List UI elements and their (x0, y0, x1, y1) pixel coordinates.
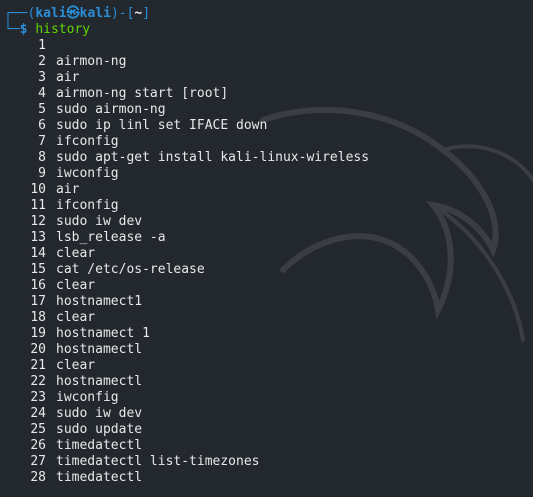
history-command: clear (56, 278, 96, 293)
history-command: hostnamectl (56, 342, 143, 357)
history-command: iwconfig (56, 390, 119, 405)
history-number: 16 (30, 278, 46, 293)
history-list: 1 2 airmon-ng 3 air 4 airmon-ng start [root] 5 s… (4, 38, 529, 486)
history-command: sudo update (56, 422, 143, 437)
history-entry: 4 airmon-ng start [root] (4, 86, 529, 102)
history-entry: 2 airmon-ng (4, 54, 529, 70)
history-command: iwconfig (56, 166, 119, 181)
history-command: timedatectl (56, 470, 143, 485)
history-number: 22 (30, 374, 46, 389)
prompt-user-host: kali㉿kali (35, 6, 111, 21)
history-number: 8 (38, 150, 46, 165)
history-number: 20 (30, 342, 46, 357)
history-number: 10 (30, 182, 46, 197)
history-entry: 19 hostnamect 1 (4, 326, 529, 342)
terminal-window[interactable]: ┌──(kali㉿kali)-[~] └─$ history 1 2 airmon-… (0, 0, 533, 497)
history-number: 26 (30, 438, 46, 453)
history-number: 12 (30, 214, 46, 229)
history-entry: 15 cat /etc/os-release (4, 262, 529, 278)
history-number: 19 (30, 326, 46, 341)
history-entry: 24 sudo iw dev (4, 406, 529, 422)
history-number: 11 (30, 198, 46, 213)
history-entry: 10 air (4, 182, 529, 198)
history-entry: 14 clear (4, 246, 529, 262)
history-command: lsb_release -a (56, 230, 166, 245)
history-command: sudo iw dev (56, 214, 143, 229)
history-number: 5 (38, 102, 46, 117)
entered-command: history (35, 22, 91, 37)
history-number: 4 (38, 86, 46, 101)
history-command: hostnamect 1 (56, 326, 150, 341)
history-entry: 27 timedatectl list-timezones (4, 454, 529, 470)
history-entry: 11 ifconfig (4, 198, 529, 214)
history-command: air (56, 182, 80, 197)
history-command: ifconfig (56, 134, 119, 149)
history-command: sudo ip linl set IFACE down (56, 118, 268, 133)
history-number: 9 (38, 166, 46, 181)
prompt-separator: )-[ (110, 6, 135, 21)
history-number: 23 (30, 390, 46, 405)
history-entry: 8 sudo apt-get install kali-linux-wireles… (4, 150, 529, 166)
history-number: 7 (38, 134, 46, 149)
history-command: sudo iw dev (56, 406, 143, 421)
prompt-line-top: ┌──(kali㉿kali)-[~] (4, 6, 529, 22)
history-number: 28 (30, 470, 46, 485)
history-number: 15 (30, 262, 46, 277)
history-number: 27 (30, 454, 46, 469)
history-entry: 26 timedatectl (4, 438, 529, 454)
history-number: 17 (30, 294, 46, 309)
history-command: clear (56, 246, 96, 261)
history-entry: 7 ifconfig (4, 134, 529, 150)
history-command: hostnamect1 (56, 294, 143, 309)
history-entry: 17 hostnamect1 (4, 294, 529, 310)
history-entry: 20 hostnamectl (4, 342, 529, 358)
history-entry: 18 clear (4, 310, 529, 326)
history-command: sudo airmon-ng (56, 102, 166, 117)
history-entry: 13 lsb_release -a (4, 230, 529, 246)
history-command: clear (56, 358, 96, 373)
prompt-corner-bottom: └─ (4, 22, 20, 37)
terminal-output: ┌──(kali㉿kali)-[~] └─$ history 1 2 airmon-… (4, 6, 529, 486)
history-command: cat /etc/os-release (56, 262, 205, 277)
history-command: timedatectl (56, 438, 143, 453)
history-number: 13 (30, 230, 46, 245)
history-command: airmon-ng (56, 54, 127, 69)
history-entry: 21 clear (4, 358, 529, 374)
history-command: sudo apt-get install kali-linux-wireless (56, 150, 370, 165)
prompt-dollar: $ (19, 22, 28, 37)
history-number: 24 (30, 406, 46, 421)
history-entry: 23 iwconfig (4, 390, 529, 406)
history-command: airmon-ng start [root] (56, 86, 229, 101)
history-entry: 22 hostnamectl (4, 374, 529, 390)
history-number: 6 (38, 118, 46, 133)
history-entry: 3 air (4, 70, 529, 86)
history-number: 18 (30, 310, 46, 325)
history-number: 14 (30, 246, 46, 261)
prompt-corner-top: ┌──( (4, 6, 36, 21)
history-command: timedatectl list-timezones (56, 454, 260, 469)
history-entry: 5 sudo airmon-ng (4, 102, 529, 118)
history-entry: 16 clear (4, 278, 529, 294)
history-command: air (56, 70, 80, 85)
history-entry: 1 (4, 38, 529, 54)
history-number: 21 (30, 358, 46, 373)
history-entry: 6 sudo ip linl set IFACE down (4, 118, 529, 134)
history-number: 2 (38, 54, 46, 69)
prompt-line-bottom: └─$ history (4, 22, 529, 38)
history-command: hostnamectl (56, 374, 143, 389)
history-number: 25 (30, 422, 46, 437)
history-entry: 12 sudo iw dev (4, 214, 529, 230)
history-number: 1 (38, 38, 46, 53)
history-entry: 9 iwconfig (4, 166, 529, 182)
history-command: ifconfig (56, 198, 119, 213)
history-number: 3 (38, 70, 46, 85)
history-command: clear (56, 310, 96, 325)
history-entry: 28 timedatectl (4, 470, 529, 486)
history-entry: 25 sudo update (4, 422, 529, 438)
prompt-close: ] (142, 6, 151, 21)
